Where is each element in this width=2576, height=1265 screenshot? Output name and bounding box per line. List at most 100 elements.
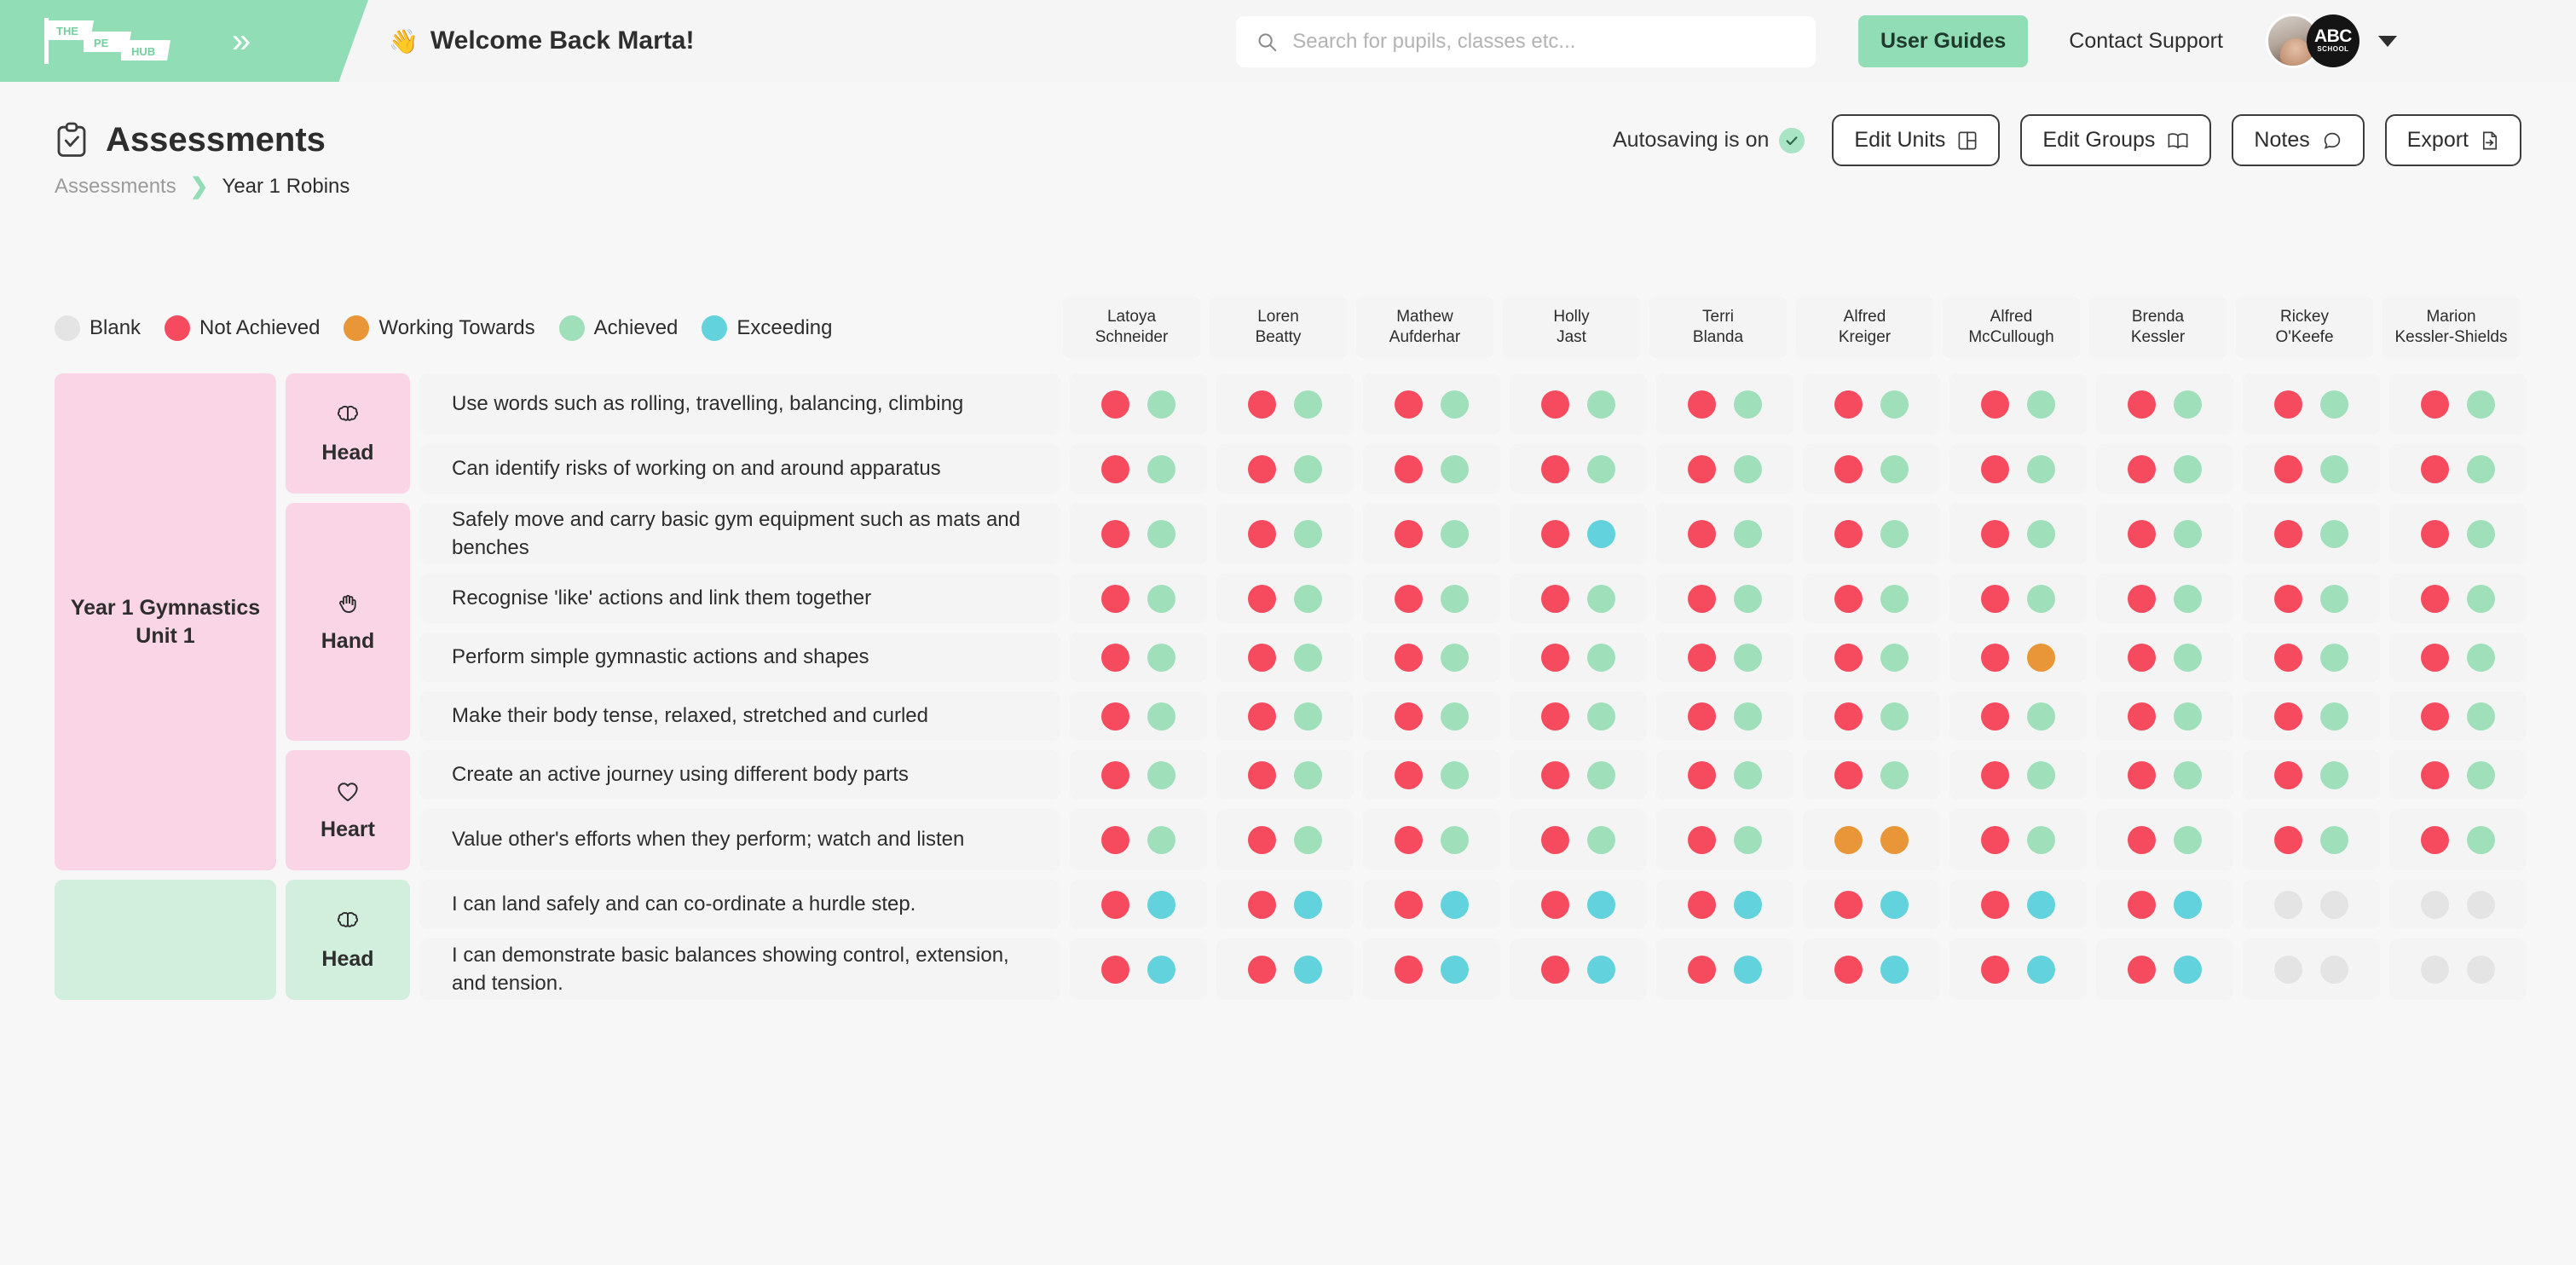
assessment-cell[interactable] — [1803, 632, 1940, 682]
assessment-cell[interactable] — [2389, 880, 2527, 929]
status-dot-exceeding[interactable] — [1734, 891, 1762, 919]
status-dot-achieved[interactable] — [2320, 585, 2348, 613]
status-dot-not-achieved[interactable] — [1981, 644, 2009, 672]
status-dot-achieved[interactable] — [1147, 455, 1175, 483]
status-dot-not-achieved[interactable] — [1101, 761, 1129, 789]
status-dot-not-achieved[interactable] — [1688, 891, 1716, 919]
status-dot-not-achieved[interactable] — [2274, 520, 2302, 548]
search-bar[interactable] — [1236, 16, 1816, 67]
status-dot-not-achieved[interactable] — [1101, 956, 1129, 984]
assessment-cell[interactable] — [1803, 809, 1940, 870]
status-dot-achieved[interactable] — [2174, 520, 2202, 548]
status-dot-not-achieved[interactable] — [1981, 702, 2009, 731]
criterion-cell[interactable]: Perform simple gymnastic actions and sha… — [419, 632, 1060, 682]
status-dot-blank[interactable] — [2421, 956, 2449, 984]
status-dot-not-achieved[interactable] — [2128, 520, 2156, 548]
assessment-cell[interactable] — [2096, 691, 2233, 741]
assessment-cell[interactable] — [2389, 373, 2527, 435]
status-dot-not-achieved[interactable] — [1541, 455, 1569, 483]
status-dot-blank[interactable] — [2320, 956, 2348, 984]
assessment-cell[interactable] — [2096, 809, 2233, 870]
assessment-cell[interactable] — [1510, 632, 1647, 682]
status-dot-achieved[interactable] — [2027, 585, 2055, 613]
status-dot-not-achieved[interactable] — [1688, 455, 1716, 483]
status-dot-achieved[interactable] — [1441, 455, 1469, 483]
assessment-cell[interactable] — [1070, 574, 1207, 623]
status-dot-achieved[interactable] — [1294, 702, 1322, 731]
status-dot-not-achieved[interactable] — [1541, 891, 1569, 919]
assessment-cell[interactable] — [1070, 444, 1207, 494]
status-dot-achieved[interactable] — [1587, 761, 1615, 789]
status-dot-not-achieved[interactable] — [1834, 585, 1863, 613]
status-dot-not-achieved[interactable] — [1101, 702, 1129, 731]
assessment-cell[interactable] — [1949, 750, 2087, 800]
status-dot-blank[interactable] — [2274, 891, 2302, 919]
assessment-cell[interactable] — [1070, 939, 1207, 1000]
status-dot-not-achieved[interactable] — [2421, 702, 2449, 731]
status-dot-not-achieved[interactable] — [2421, 585, 2449, 613]
edit-groups-button[interactable]: Edit Groups — [2020, 114, 2211, 166]
status-dot-not-achieved[interactable] — [1395, 644, 1423, 672]
status-dot-not-achieved[interactable] — [1395, 390, 1423, 419]
status-dot-not-achieved[interactable] — [1248, 520, 1276, 548]
status-dot-achieved[interactable] — [2320, 644, 2348, 672]
status-dot-blank[interactable] — [2467, 956, 2495, 984]
assessment-cell[interactable] — [2243, 574, 2380, 623]
assessment-cell[interactable] — [1363, 444, 1500, 494]
status-dot-achieved[interactable] — [2027, 826, 2055, 854]
status-dot-not-achieved[interactable] — [1248, 644, 1276, 672]
pupil-header-cell[interactable]: TerriBlanda — [1649, 297, 1787, 358]
assessment-cell[interactable] — [1070, 750, 1207, 800]
status-dot-achieved[interactable] — [1294, 585, 1322, 613]
criterion-cell[interactable]: Value other's efforts when they perform;… — [419, 809, 1060, 870]
status-dot-achieved[interactable] — [2320, 702, 2348, 731]
assessment-cell[interactable] — [2389, 574, 2527, 623]
assessment-cell[interactable] — [2243, 809, 2380, 870]
status-dot-not-achieved[interactable] — [1981, 455, 2009, 483]
status-dot-not-achieved[interactable] — [1834, 390, 1863, 419]
assessment-cell[interactable] — [1216, 574, 1354, 623]
status-dot-achieved[interactable] — [1441, 702, 1469, 731]
assessment-cell[interactable] — [1949, 880, 2087, 929]
status-dot-not-achieved[interactable] — [2128, 585, 2156, 613]
strand-cell[interactable]: Heart — [286, 750, 410, 870]
status-dot-not-achieved[interactable] — [1541, 644, 1569, 672]
pupil-header-cell[interactable]: LatoyaSchneider — [1063, 297, 1200, 358]
status-dot-exceeding[interactable] — [1441, 956, 1469, 984]
assessment-cell[interactable] — [1216, 939, 1354, 1000]
user-guides-button[interactable]: User Guides — [1858, 15, 2028, 67]
status-dot-not-achieved[interactable] — [1688, 390, 1716, 419]
assessment-cell[interactable] — [1510, 691, 1647, 741]
assessment-cell[interactable] — [1656, 691, 1793, 741]
status-dot-not-achieved[interactable] — [2421, 455, 2449, 483]
assessment-cell[interactable] — [1216, 750, 1354, 800]
assessment-cell[interactable] — [1363, 939, 1500, 1000]
status-dot-not-achieved[interactable] — [1541, 826, 1569, 854]
status-dot-blank[interactable] — [2421, 891, 2449, 919]
assessment-cell[interactable] — [2389, 691, 2527, 741]
assessment-cell[interactable] — [1949, 574, 2087, 623]
assessment-cell[interactable] — [2096, 939, 2233, 1000]
status-dot-achieved[interactable] — [1147, 520, 1175, 548]
edit-units-button[interactable]: Edit Units — [1832, 114, 2000, 166]
status-dot-not-achieved[interactable] — [2128, 761, 2156, 789]
status-dot-achieved[interactable] — [2174, 702, 2202, 731]
strand-cell[interactable]: Head — [286, 880, 410, 1000]
status-dot-achieved[interactable] — [1294, 644, 1322, 672]
status-dot-achieved[interactable] — [1587, 585, 1615, 613]
status-dot-not-achieved[interactable] — [1981, 891, 2009, 919]
assessment-cell[interactable] — [1803, 574, 1940, 623]
assessment-cell[interactable] — [1216, 691, 1354, 741]
status-dot-achieved[interactable] — [2027, 761, 2055, 789]
assessment-cell[interactable] — [2389, 444, 2527, 494]
status-dot-not-achieved[interactable] — [2274, 702, 2302, 731]
pupil-header-cell[interactable]: HollyJast — [1503, 297, 1640, 358]
status-dot-not-achieved[interactable] — [1688, 761, 1716, 789]
status-dot-not-achieved[interactable] — [2128, 644, 2156, 672]
assessment-cell[interactable] — [1656, 939, 1793, 1000]
status-dot-achieved[interactable] — [2467, 455, 2495, 483]
contact-support-link[interactable]: Contact Support — [2069, 29, 2223, 54]
status-dot-not-achieved[interactable] — [1101, 585, 1129, 613]
search-input[interactable] — [1292, 30, 1795, 54]
status-dot-not-achieved[interactable] — [1395, 826, 1423, 854]
